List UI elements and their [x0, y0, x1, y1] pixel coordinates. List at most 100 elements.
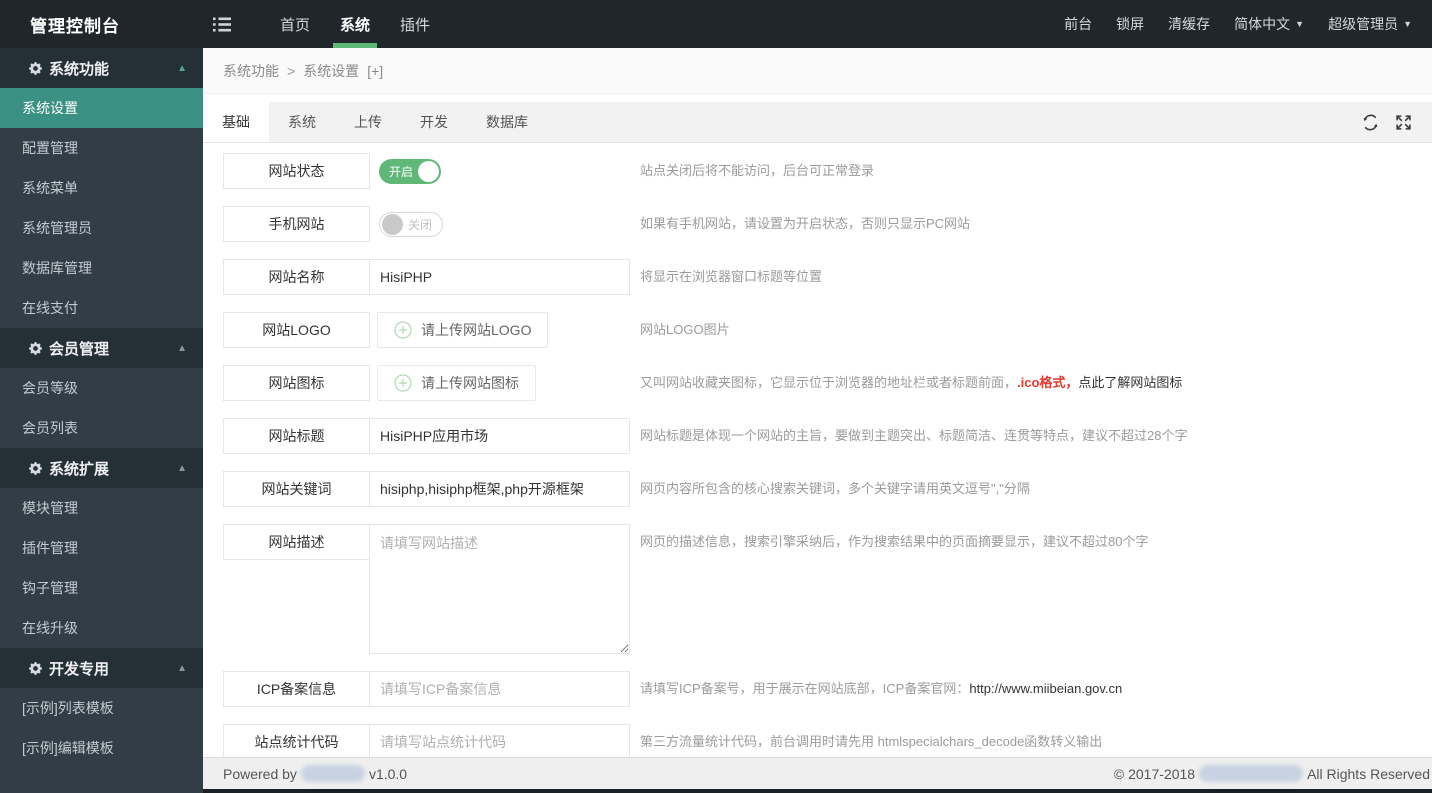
text-input[interactable]	[369, 418, 630, 454]
gear-icon	[29, 461, 42, 475]
list-icon	[213, 17, 231, 31]
help-text: 站点关闭后将不能访问，后台可正常登录	[640, 163, 875, 178]
sidebar-item-3-1[interactable]: [示例]编辑模板	[0, 728, 203, 768]
user-nav-label: 清缓存	[1168, 16, 1211, 32]
caret-down-icon: ▼	[1295, 19, 1305, 29]
tab-tools	[1362, 102, 1432, 142]
upload-button-label: 请上传网站图标	[421, 375, 519, 391]
field-help: 网页内容所包含的核心搜索关键词，多个关键字请用英文逗号","分隔	[640, 471, 1412, 507]
toggle-switch[interactable]: 关闭	[379, 212, 444, 237]
upload-button-label: 请上传网站LOGO	[421, 322, 532, 338]
text-input[interactable]	[369, 671, 630, 707]
field-help: 请填写ICP备案号，用于展示在网站底部，ICP备案官网： http://www.m…	[640, 671, 1412, 707]
help-text: 第三方流量统计代码，前台调用时请先用 htmlspecialchars_deco…	[640, 734, 1103, 749]
caret-up-icon: ▲	[177, 62, 187, 74]
powered-by-text: Powered by	[223, 765, 297, 782]
gear-icon	[29, 341, 42, 355]
sidebar-section-1[interactable]: 会员管理 ▲	[0, 328, 203, 368]
upload-button[interactable]: 请上传网站LOGO	[377, 312, 549, 348]
refresh-button[interactable]	[1362, 114, 1379, 131]
help-text: 又叫网站收藏夹图标，它显示位于浏览器的地址栏或者标题前面，	[640, 375, 1018, 390]
plus-circle-icon	[394, 321, 412, 339]
help-text: 网站标题是体现一个网站的主旨，要做到主题突出、标题简洁、连贯等特点，建议不超过2…	[640, 428, 1188, 443]
rights-text: All Rights Reserved	[1307, 765, 1430, 782]
tab-4[interactable]: 数据库	[467, 102, 547, 142]
gear-icon	[29, 61, 42, 75]
gear-icon	[29, 661, 42, 675]
sidebar-item-1-0[interactable]: 会员等级	[0, 368, 203, 408]
text-input[interactable]	[369, 259, 630, 295]
sidebar-item-0-2[interactable]: 系统菜单	[0, 168, 203, 208]
tab-1[interactable]: 系统	[269, 102, 335, 142]
user-nav-item-1[interactable]: 锁屏	[1104, 0, 1156, 48]
user-nav-item-0[interactable]: 前台	[1052, 0, 1104, 48]
upload-button[interactable]: 请上传网站图标	[377, 365, 536, 401]
sidebar: 系统功能 ▲ 系统设置 配置管理 系统菜单 系统管理员 数据库管理 在线支付 会员管理 ▲ 会员等级…	[0, 48, 203, 793]
field-label: 网站描述	[223, 524, 370, 560]
nav-item-0[interactable]: 首页	[265, 0, 325, 48]
sidebar-item-0-0[interactable]: 系统设置	[0, 88, 203, 128]
sidebar-item-0-4[interactable]: 数据库管理	[0, 248, 203, 288]
tab-3[interactable]: 开发	[401, 102, 467, 142]
copyright-years: © 2017-2018	[1113, 765, 1196, 782]
sidebar-item-0-1[interactable]: 配置管理	[0, 128, 203, 168]
refresh-icon	[1363, 114, 1378, 130]
user-nav-item-4[interactable]: 超级管理员 ▼	[1316, 0, 1424, 48]
sidebar-section-0[interactable]: 系统功能 ▲	[0, 48, 203, 88]
text-input[interactable]	[369, 471, 630, 507]
field-help: 网站LOGO图片	[640, 312, 1412, 348]
field-control: 关闭	[370, 206, 640, 242]
censored-blob	[300, 765, 365, 782]
form-row-1: 手机网站 关闭 如果有手机网站，请设置为开启状态，否则只显示PC网站	[223, 206, 1412, 242]
sidebar-item-2-0[interactable]: 模块管理	[0, 488, 203, 528]
field-label: 网站图标	[223, 365, 370, 401]
sidebar-item-0-5[interactable]: 在线支付	[0, 288, 203, 328]
sidebar-item-1-1[interactable]: 会员列表	[0, 408, 203, 448]
sidebar-item-3-0[interactable]: [示例]列表模板	[0, 688, 203, 728]
form-row-3: 网站LOGO 请上传网站LOGO 网站LOGO图片	[223, 312, 1412, 348]
text-input[interactable]	[369, 724, 630, 757]
help-text: 将显示在浏览器窗口标题等位置	[640, 269, 823, 284]
gear-icon	[29, 341, 42, 355]
form-row-5: 网站标题 网站标题是体现一个网站的主旨，要做到主题突出、标题简洁、连贯等特点，建议…	[223, 418, 1412, 454]
user-nav-item-3[interactable]: 简体中文 ▼	[1222, 0, 1316, 48]
field-help: 将显示在浏览器窗口标题等位置	[640, 259, 1412, 295]
fullscreen-button[interactable]	[1395, 114, 1412, 131]
field-control	[369, 418, 640, 454]
form-row-8: ICP备案信息 请填写ICP备案号，用于展示在网站底部，ICP备案官网：http:…	[223, 671, 1412, 707]
field-control	[369, 259, 640, 295]
menu-toggle-button[interactable]	[203, 0, 241, 48]
nav-item-2[interactable]: 插件	[385, 0, 445, 48]
sidebar-section-title: 系统功能	[49, 60, 110, 78]
help-link[interactable]: http://www.miibeian.gov.cn	[969, 680, 1122, 698]
breadcrumb-add-tab-button[interactable]: [+]	[367, 63, 383, 79]
breadcrumb-current[interactable]: 系统设置	[303, 61, 359, 81]
sidebar-item-2-2[interactable]: 钩子管理	[0, 568, 203, 608]
field-help: 网页的描述信息，搜索引擎采纳后，作为搜索结果中的页面摘要显示，建议不超过80个字	[640, 524, 1412, 560]
sidebar-section-2[interactable]: 系统扩展 ▲	[0, 448, 203, 488]
gear-icon	[29, 461, 42, 475]
toggle-knob	[418, 161, 440, 182]
app-logo[interactable]: 管理控制台	[0, 0, 203, 48]
field-help: 又叫网站收藏夹图标，它显示位于浏览器的地址栏或者标题前面， .ico格式， 点此了解…	[640, 365, 1412, 401]
field-label: 站点统计代码	[223, 724, 370, 757]
sidebar-item-2-3[interactable]: 在线升级	[0, 608, 203, 648]
caret-up-icon: ▲	[177, 662, 187, 674]
form-row-0: 网站状态 开启 站点关闭后将不能访问，后台可正常登录	[223, 153, 1412, 189]
breadcrumb-parent[interactable]: 系统功能	[223, 61, 279, 81]
nav-item-1[interactable]: 系统	[325, 0, 385, 48]
top-navbar: 管理控制台 首页 系统 插件 前台 锁屏 清缓存 简体中文 ▼ 超级管理员 ▼	[0, 0, 1432, 48]
field-control	[369, 471, 640, 507]
sidebar-item-2-1[interactable]: 插件管理	[0, 528, 203, 568]
textarea-input[interactable]	[369, 524, 630, 654]
sidebar-item-0-3[interactable]: 系统管理员	[0, 208, 203, 248]
toggle-switch[interactable]: 开启	[379, 159, 442, 184]
field-control: 开启	[370, 153, 640, 189]
sidebar-section-3[interactable]: 开发专用 ▲	[0, 648, 203, 688]
tab-0[interactable]: 基础	[203, 102, 269, 142]
breadcrumb-separator: >	[287, 62, 296, 79]
user-nav: 前台 锁屏 清缓存 简体中文 ▼ 超级管理员 ▼	[1052, 0, 1432, 48]
tab-2[interactable]: 上传	[335, 102, 401, 142]
user-nav-item-2[interactable]: 清缓存	[1156, 0, 1222, 48]
help-link[interactable]: 点此了解网站图标	[1078, 374, 1182, 392]
